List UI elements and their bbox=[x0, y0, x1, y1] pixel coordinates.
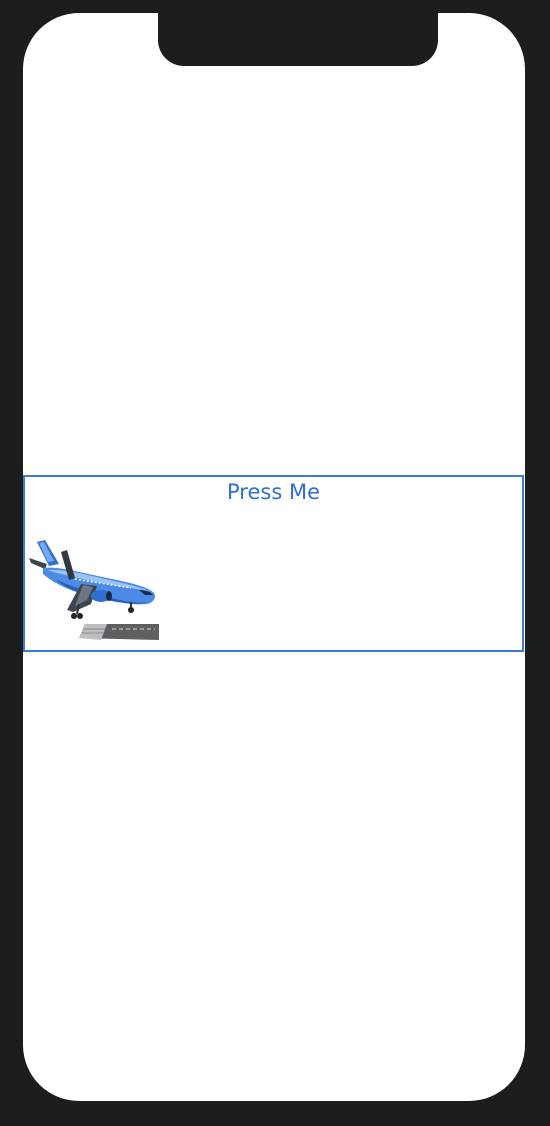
press-me-button-label[interactable]: Press Me bbox=[25, 479, 522, 505]
airplane-landing-icon[interactable] bbox=[27, 534, 162, 649]
press-me-button[interactable]: Press Me bbox=[23, 475, 524, 652]
notch bbox=[158, 13, 438, 66]
